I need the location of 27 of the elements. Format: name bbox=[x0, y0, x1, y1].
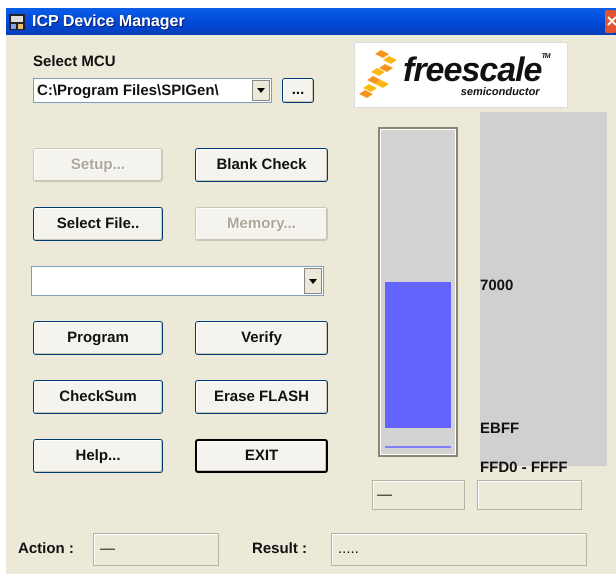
address-label: FFD0 - FFFF bbox=[480, 458, 568, 478]
mcu-dropdown[interactable]: C:\Program Files\SPIGen\ bbox=[33, 78, 272, 102]
result-field: ..... bbox=[331, 533, 587, 566]
memory-line bbox=[385, 446, 451, 448]
app-icon bbox=[8, 12, 26, 30]
action-button[interactable]: Blank Check bbox=[195, 148, 328, 182]
result-label: Result : bbox=[252, 539, 308, 560]
readout-field: — bbox=[372, 480, 465, 510]
caret-icon bbox=[309, 278, 317, 284]
action-button[interactable]: Erase FLASH bbox=[195, 380, 328, 414]
caret-icon bbox=[257, 88, 265, 92]
address-label: EBFF bbox=[480, 418, 520, 438]
close-icon[interactable] bbox=[605, 8, 616, 35]
window-title: ICP Device Manager bbox=[32, 12, 186, 32]
action-button[interactable]: CheckSum bbox=[33, 380, 163, 414]
action-field: — bbox=[93, 533, 219, 566]
action-button[interactable]: Help... bbox=[33, 439, 163, 473]
select-mcu-label: Select MCU bbox=[33, 52, 117, 72]
action-button[interactable]: Verify bbox=[195, 321, 328, 355]
file-dropdown[interactable] bbox=[31, 266, 324, 296]
browse-button[interactable]: ... bbox=[282, 78, 314, 102]
action-label: Action : bbox=[18, 539, 75, 560]
action-button[interactable]: Select File.. bbox=[33, 207, 163, 241]
address-label: 7000 bbox=[480, 276, 514, 296]
brand-tagline: semiconductor bbox=[460, 86, 540, 98]
action-button[interactable]: EXIT bbox=[195, 439, 328, 473]
action-button[interactable]: Program bbox=[33, 321, 163, 355]
